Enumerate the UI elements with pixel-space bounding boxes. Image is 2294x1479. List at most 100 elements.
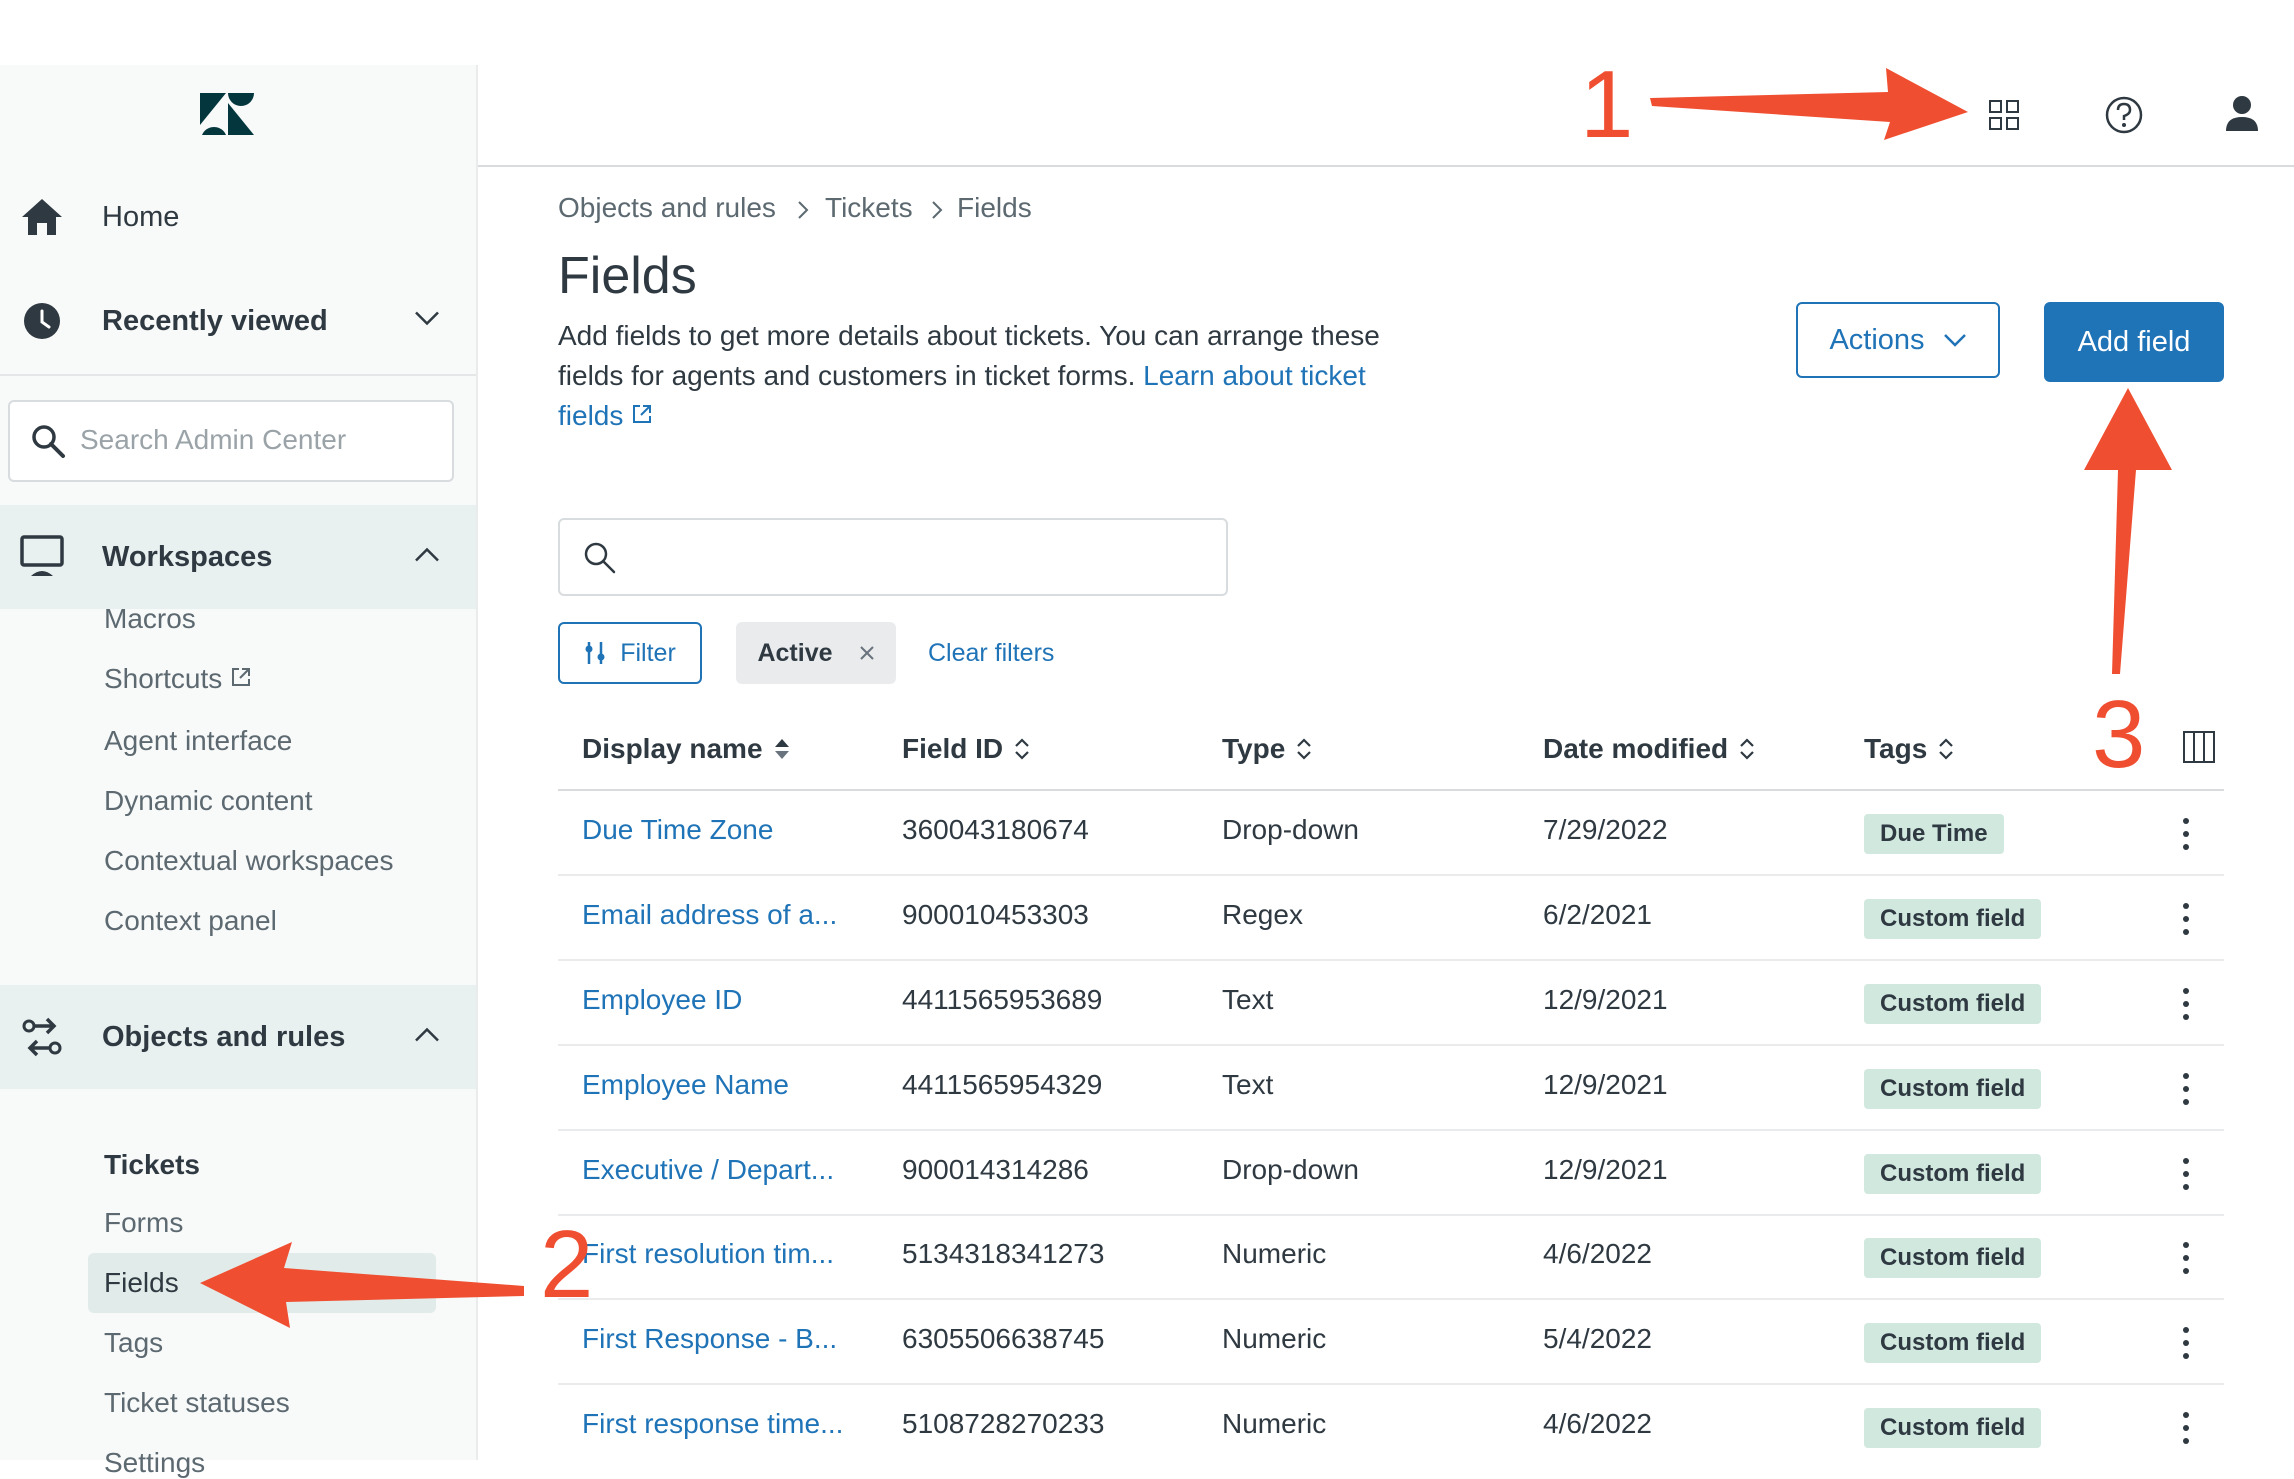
actions-label: Actions bbox=[1829, 323, 1925, 356]
field-id: 5134318341273 bbox=[902, 1238, 1105, 1269]
table-header-divider bbox=[558, 789, 2224, 791]
add-field-button[interactable]: Add field bbox=[2044, 302, 2224, 382]
filter-icon bbox=[585, 642, 605, 664]
home-icon bbox=[18, 193, 66, 241]
field-date: 12/9/2021 bbox=[1543, 1069, 1668, 1100]
sidebar-link-agent-interface[interactable]: Agent interface bbox=[104, 725, 292, 757]
kebab-icon[interactable] bbox=[2176, 899, 2196, 939]
field-name-link[interactable]: First response time... bbox=[582, 1408, 843, 1440]
sidebar-link-contextual-workspaces[interactable]: Contextual workspaces bbox=[104, 845, 393, 877]
sidebar-item-home[interactable]: Home bbox=[0, 177, 476, 257]
field-date: 5/4/2022 bbox=[1543, 1323, 1652, 1354]
tag-badge: Custom field bbox=[1864, 1154, 2042, 1194]
clear-filters-link[interactable]: Clear filters bbox=[928, 639, 1054, 668]
row-divider bbox=[558, 1129, 2224, 1131]
columns-icon[interactable] bbox=[2182, 730, 2216, 769]
field-name-link[interactable]: Email address of a... bbox=[582, 899, 837, 931]
field-name-link[interactable]: First resolution tim... bbox=[582, 1238, 834, 1270]
chevron-right-icon bbox=[796, 196, 810, 228]
field-type: Drop-down bbox=[1222, 1154, 1359, 1185]
sort-icon bbox=[1939, 738, 1954, 760]
filter-button[interactable]: Filter bbox=[558, 622, 702, 684]
kebab-icon[interactable] bbox=[2176, 984, 2196, 1024]
field-date: 12/9/2021 bbox=[1543, 984, 1668, 1015]
row-divider bbox=[558, 1214, 2224, 1216]
column-header-tags[interactable]: Tags bbox=[1864, 733, 1955, 765]
kebab-icon[interactable] bbox=[2176, 1408, 2196, 1448]
annotation-arrow-3 bbox=[2084, 388, 2172, 674]
sidebar-link-macros[interactable]: Macros bbox=[104, 603, 196, 635]
sidebar-item-workspaces[interactable]: Workspaces bbox=[0, 505, 476, 609]
chip-label: Active bbox=[757, 638, 833, 667]
external-link-icon bbox=[230, 663, 252, 694]
active-filter-chip: Active bbox=[736, 622, 896, 684]
sidebar: Home Recently viewed Search Admin Center… bbox=[0, 65, 478, 1478]
kebab-icon[interactable] bbox=[2176, 814, 2196, 854]
row-divider bbox=[558, 1298, 2224, 1300]
external-link-icon bbox=[633, 405, 652, 423]
chevron-down-icon bbox=[414, 311, 440, 332]
column-header-display-name[interactable]: Display name bbox=[582, 733, 791, 765]
sort-icon bbox=[1015, 738, 1029, 760]
sidebar-item-recently-viewed[interactable]: Recently viewed bbox=[0, 281, 476, 361]
field-type: Regex bbox=[1222, 899, 1303, 930]
field-name-link[interactable]: Due Time Zone bbox=[582, 814, 773, 846]
kebab-icon[interactable] bbox=[2176, 1238, 2196, 1278]
sidebar-link-tags[interactable]: Tags bbox=[104, 1327, 163, 1359]
sidebar-item-label: Workspaces bbox=[102, 540, 273, 573]
sidebar-link-dynamic-content[interactable]: Dynamic content bbox=[104, 785, 313, 817]
sidebar-item-label: Recently viewed bbox=[102, 304, 328, 337]
tag-badge: Custom field bbox=[1864, 1069, 2042, 1109]
clock-icon bbox=[18, 297, 66, 345]
column-header-date-modified[interactable]: Date modified bbox=[1543, 733, 1756, 765]
field-type: Text bbox=[1222, 1069, 1274, 1100]
column-header-field-id[interactable]: Field ID bbox=[902, 733, 1031, 765]
row-divider bbox=[558, 1044, 2224, 1046]
sidebar-group-tickets: Tickets bbox=[104, 1149, 200, 1180]
field-name-link[interactable]: Employee Name bbox=[582, 1069, 789, 1101]
tag-badge: Custom field bbox=[1864, 899, 2042, 939]
sidebar-link-settings[interactable]: Settings bbox=[104, 1447, 205, 1479]
sidebar-link-forms[interactable]: Forms bbox=[104, 1207, 183, 1239]
sidebar-link-context-panel[interactable]: Context panel bbox=[104, 905, 277, 937]
zendesk-logo[interactable] bbox=[200, 93, 254, 140]
breadcrumb-tickets[interactable]: Tickets bbox=[825, 192, 913, 224]
page-description: Add fields to get more details about tic… bbox=[558, 316, 1398, 436]
close-icon[interactable] bbox=[859, 645, 875, 661]
kebab-icon[interactable] bbox=[2176, 1069, 2196, 1109]
sidebar-item-objects-and-rules[interactable]: Objects and rules bbox=[0, 985, 476, 1089]
page-title: Fields bbox=[558, 247, 697, 305]
breadcrumb-objects-and-rules[interactable]: Objects and rules bbox=[558, 192, 776, 224]
kebab-icon[interactable] bbox=[2176, 1154, 2196, 1194]
column-header-type[interactable]: Type bbox=[1222, 733, 1313, 765]
sort-icon bbox=[1297, 738, 1312, 760]
field-type: Drop-down bbox=[1222, 814, 1359, 845]
kebab-icon[interactable] bbox=[2176, 1323, 2196, 1363]
field-name-link[interactable]: Employee ID bbox=[582, 984, 742, 1016]
field-name-link[interactable]: Executive / Depart... bbox=[582, 1154, 834, 1186]
chevron-right-icon bbox=[930, 196, 944, 228]
help-icon[interactable] bbox=[2104, 95, 2144, 140]
tag-badge: Custom field bbox=[1864, 1408, 2042, 1448]
column-label: Display name bbox=[582, 733, 763, 764]
search-admin-input[interactable]: Search Admin Center bbox=[8, 400, 454, 482]
sidebar-link-ticket-statuses[interactable]: Ticket statuses bbox=[104, 1387, 290, 1419]
actions-button[interactable]: Actions bbox=[1796, 302, 2000, 378]
search-icon bbox=[582, 540, 618, 581]
field-name-link[interactable]: First Response - B... bbox=[582, 1323, 837, 1355]
fields-search-input[interactable] bbox=[558, 518, 1228, 596]
sidebar-link-shortcuts[interactable]: Shortcuts bbox=[104, 663, 252, 695]
field-id: 900010453303 bbox=[902, 899, 1089, 930]
grid-apps-icon[interactable] bbox=[1988, 99, 2020, 136]
user-icon[interactable] bbox=[2224, 95, 2260, 138]
tag-badge: Custom field bbox=[1864, 1238, 2042, 1278]
annotation-number-2: 2 bbox=[540, 1211, 594, 1318]
sidebar-link-fields[interactable]: Fields bbox=[104, 1267, 179, 1299]
field-date: 12/9/2021 bbox=[1543, 1154, 1668, 1185]
column-label: Type bbox=[1222, 733, 1286, 764]
field-date: 7/29/2022 bbox=[1543, 814, 1668, 845]
tag-badge: Custom field bbox=[1864, 984, 2042, 1024]
column-label: Field ID bbox=[902, 733, 1004, 764]
chevron-up-icon bbox=[414, 547, 440, 568]
search-icon bbox=[30, 423, 66, 464]
